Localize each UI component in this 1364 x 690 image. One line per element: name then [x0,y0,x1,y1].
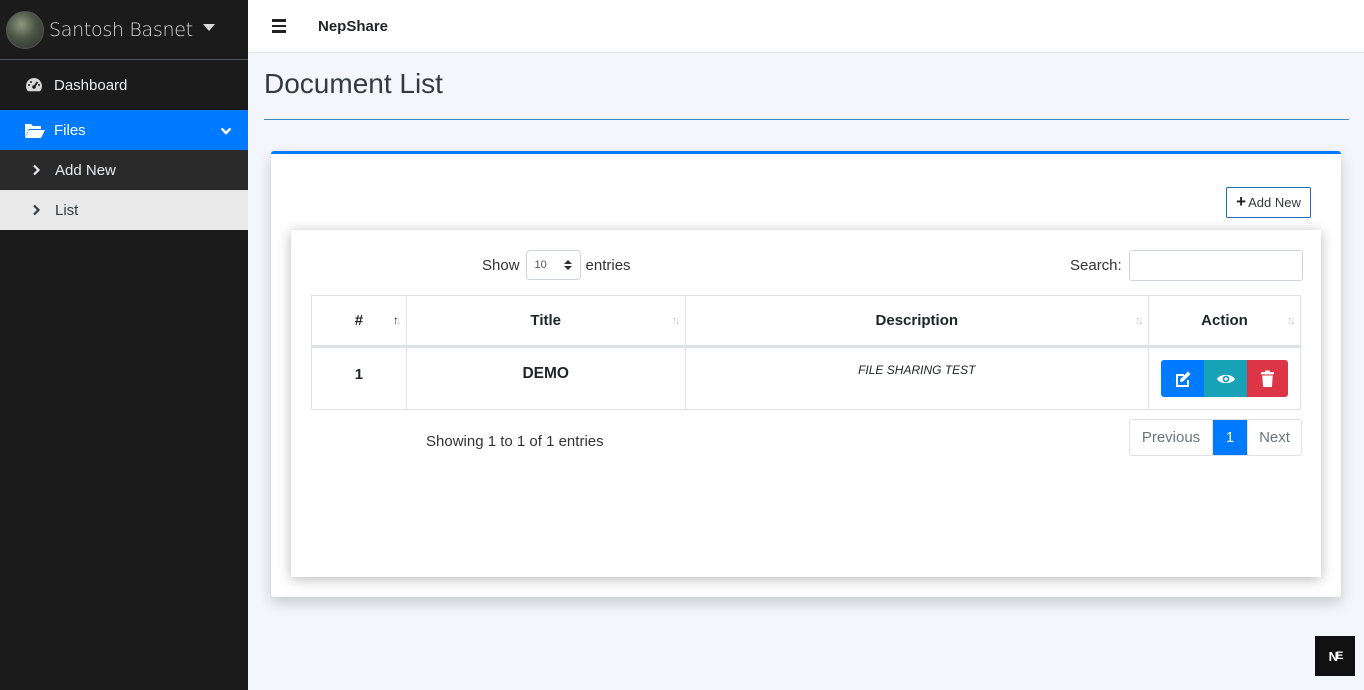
title-divider [264,119,1349,120]
cell-actions [1148,346,1301,410]
sort-ascending-icon: ↑↓ [392,313,402,327]
sidebar-item-label: List [55,201,79,219]
pagination-previous[interactable]: Previous [1130,420,1213,455]
edit-icon [1175,371,1190,387]
show-label: Show [482,256,520,274]
entries-label: entries [585,256,631,274]
column-header-action[interactable]: Action ↑↓ [1148,295,1301,348]
document-card: + Add New Show 10 entries Search: # ↑↓ T… [271,151,1341,597]
select-arrows-icon [563,260,572,270]
column-header-description[interactable]: Description ↑↓ [684,295,1150,348]
cell-description: FILE SHARING TEST [684,346,1150,410]
table-header-row: # ↑↓ Title ↑↓ Description ↑↓ Action ↑↓ [311,295,1301,348]
user-panel[interactable]: Santosh Basnet [0,0,248,60]
sort-icon: ↑↓ [1135,313,1144,327]
pagination-next[interactable]: Next [1247,420,1301,455]
sidebar-item-label: Add New [55,161,116,179]
topbar: NepShare [248,0,1364,53]
search-input[interactable] [1128,250,1303,281]
sidebar-item-label: Dashboard [54,76,128,94]
brand-name[interactable]: NepShare [318,18,388,35]
delete-button[interactable] [1247,360,1288,397]
view-button[interactable] [1204,360,1247,397]
sidebar-item-label: Files [54,121,86,139]
table-info: Showing 1 to 1 of 1 entries [426,433,604,450]
pagination: Previous 1 Next [1129,419,1302,456]
search-label: Search: [1070,257,1122,274]
chevron-right-icon [32,204,48,216]
cell-title: DEMO [405,346,686,410]
pagination-page-1[interactable]: 1 [1213,420,1247,455]
column-header-title[interactable]: Title ↑↓ [405,295,686,348]
avatar [6,10,44,49]
page-length-select[interactable]: 10 [525,250,581,280]
tachometer-icon [24,76,46,94]
user-name: Santosh Basnet [49,18,193,41]
sidebar: Santosh Basnet Dashboard Files Add New L… [0,0,248,690]
sort-icon: ↑↓ [1287,313,1296,327]
chevron-down-icon [220,123,232,140]
sidebar-item-dashboard[interactable]: Dashboard [0,64,248,106]
hamburger-menu-icon[interactable] [272,19,286,33]
page-title: Document List [264,68,443,99]
add-new-label: Add New [1248,195,1301,210]
sidebar-item-files[interactable]: Files [0,110,248,150]
trash-icon [1261,370,1274,387]
plus-icon: + [1236,191,1247,211]
edit-button[interactable] [1161,360,1204,397]
datatable-wrapper: Show 10 entries Search: # ↑↓ Title ↑↓ De… [291,230,1321,577]
page-length-value: 10 [534,259,547,271]
sort-icon: ↑↓ [671,313,681,327]
documents-table: # ↑↓ Title ↑↓ Description ↑↓ Action ↑↓ 1… [311,295,1301,410]
search-control: Search: [1070,250,1303,281]
folder-open-icon [24,122,46,139]
sidebar-item-add-new[interactable]: Add New [0,150,248,190]
cell-number: 1 [311,346,407,410]
column-header-number[interactable]: # ↑↓ [311,295,407,348]
corner-logo[interactable]: NE [1315,636,1355,676]
chevron-right-icon [32,164,48,176]
sidebar-item-list[interactable]: List [0,190,248,230]
eye-icon [1216,374,1235,383]
caret-down-icon [202,24,215,31]
add-new-button[interactable]: + Add New [1226,187,1311,218]
table-row: 1 DEMO FILE SHARING TEST [311,346,1301,410]
page-length-control: Show 10 entries [482,250,631,280]
